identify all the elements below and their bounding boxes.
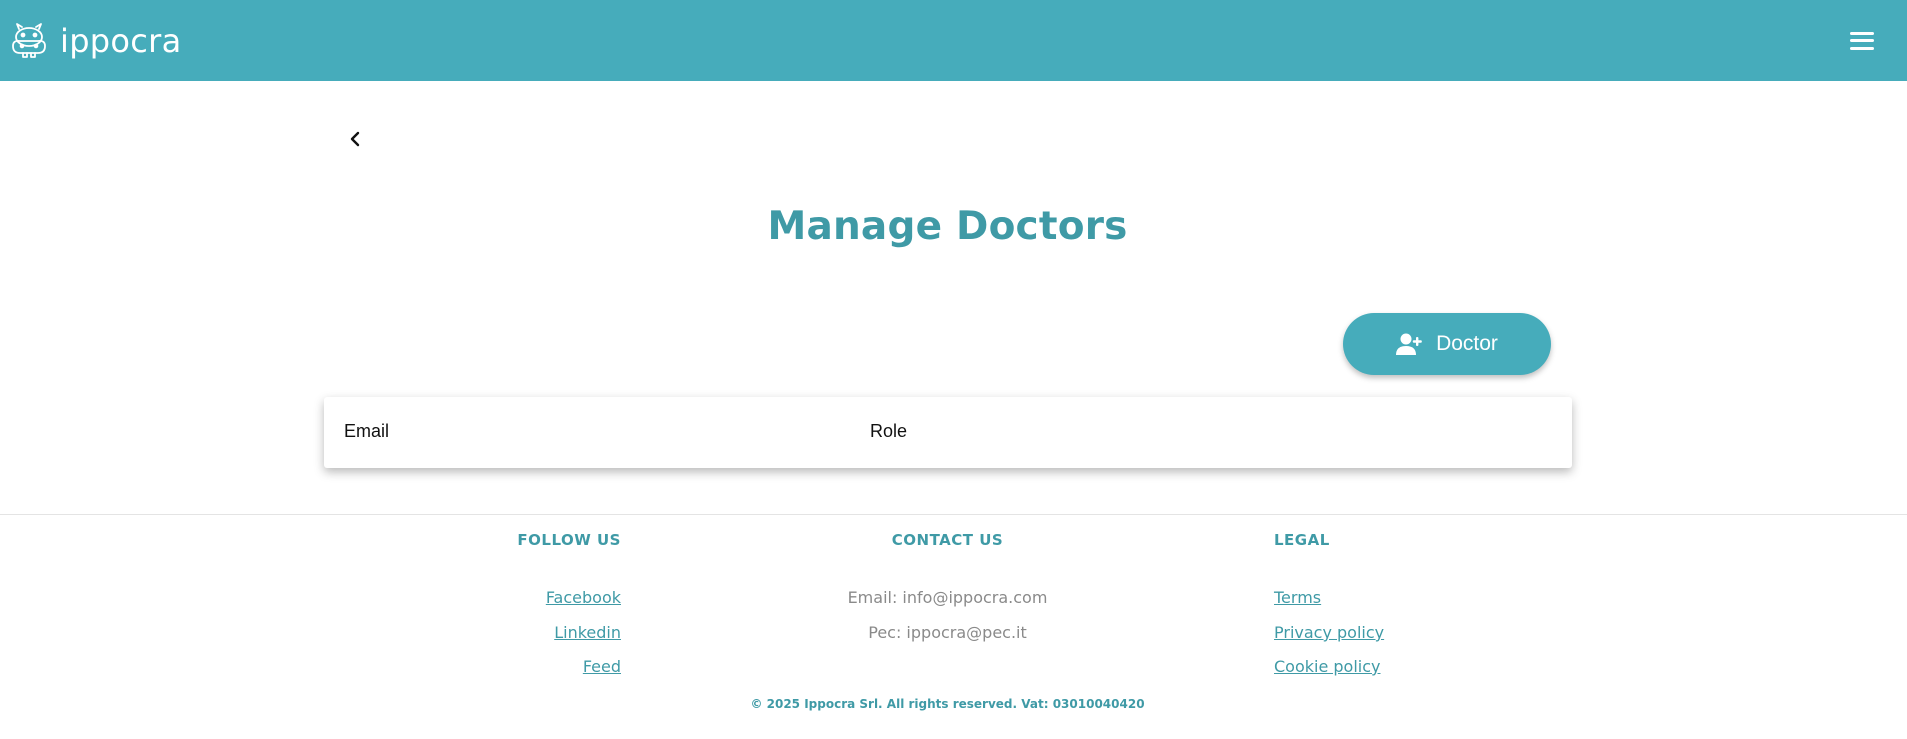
menu-bar [1850, 31, 1874, 35]
feed-link[interactable]: Feed [583, 657, 621, 676]
hamburger-menu-icon[interactable] [1847, 29, 1877, 53]
add-user-icon [1396, 333, 1422, 355]
hippo-icon [12, 22, 46, 58]
page-title: Manage Doctors [767, 204, 1128, 249]
chevron-left-icon [350, 131, 360, 147]
contact-pec: Pec: ippocra@pec.it [868, 623, 1027, 642]
terms-link[interactable]: Terms [1274, 588, 1321, 607]
footer-heading-legal: LEGAL [1274, 531, 1330, 549]
add-doctor-button[interactable]: Doctor [1343, 313, 1551, 375]
footer-heading-contact: CONTACT US [891, 531, 1004, 549]
top-app-bar: ippocra [0, 0, 1907, 81]
brand-name: ippocra [60, 21, 182, 60]
privacy-policy-link[interactable]: Privacy policy [1274, 623, 1384, 642]
column-header-email[interactable]: Email [344, 421, 389, 442]
menu-bar [1850, 39, 1874, 42]
copyright: © 2025 Ippocra Srl. All rights reserved.… [750, 697, 1145, 711]
add-doctor-label: Doctor [1436, 332, 1498, 355]
footer-divider [0, 514, 1907, 515]
brand[interactable]: ippocra [8, 20, 182, 62]
contact-email: Email: info@ippocra.com [847, 588, 1048, 607]
back-button[interactable] [340, 124, 370, 154]
column-header-role[interactable]: Role [870, 421, 907, 442]
doctors-table: Email Role [324, 397, 1572, 468]
cookie-policy-link[interactable]: Cookie policy [1274, 657, 1381, 676]
menu-bar [1850, 46, 1874, 50]
